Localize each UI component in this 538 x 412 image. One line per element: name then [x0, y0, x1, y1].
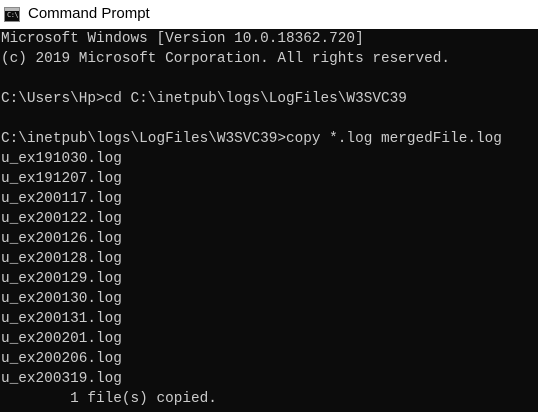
console-line: (c) 2019 Microsoft Corporation. All righ… — [1, 51, 451, 67]
console-line: C:\Users\Hp>cd C:\inetpub\logs\LogFiles\… — [1, 91, 407, 107]
console-line: u_ex200206.log — [1, 351, 122, 367]
cmd-icon[interactable]: C:\ — [4, 7, 20, 22]
console-line: C:\inetpub\logs\LogFiles\W3SVC39>copy *.… — [1, 131, 502, 147]
console-line: u_ex200129.log — [1, 271, 122, 287]
console-line: u_ex200130.log — [1, 291, 122, 307]
console-line: u_ex200122.log — [1, 211, 122, 227]
console-line: u_ex191030.log — [1, 151, 122, 167]
console-output[interactable]: Microsoft Windows [Version 10.0.18362.72… — [0, 29, 538, 412]
console-line: u_ex200128.log — [1, 251, 122, 267]
console-line: u_ex200117.log — [1, 191, 122, 207]
console-line: Microsoft Windows [Version 10.0.18362.72… — [1, 31, 364, 47]
console-lines: Microsoft Windows [Version 10.0.18362.72… — [0, 29, 538, 409]
title-bar[interactable]: C:\ Command Prompt — [0, 0, 538, 29]
console-line: u_ex200319.log — [1, 371, 122, 387]
console-line: 1 file(s) copied. — [1, 391, 217, 407]
console-line: u_ex200131.log — [1, 311, 122, 327]
console-line: u_ex200201.log — [1, 331, 122, 347]
console-line: u_ex191207.log — [1, 171, 122, 187]
cmd-icon-glyph: C:\ — [7, 11, 19, 19]
console-line: u_ex200126.log — [1, 231, 122, 247]
command-prompt-window: C:\ Command Prompt Microsoft Windows [Ve… — [0, 0, 538, 412]
window-title: Command Prompt — [28, 5, 150, 22]
